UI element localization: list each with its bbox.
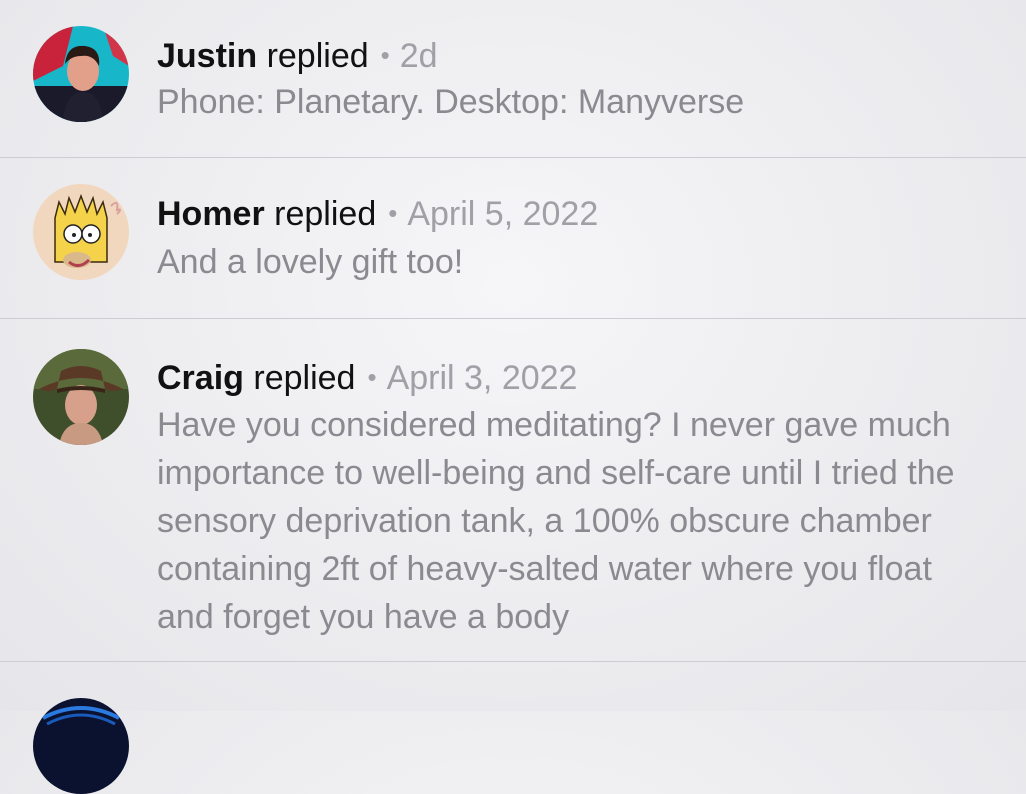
reply-text: Have you considered meditating? I never … [157,406,955,636]
timestamp: 2d [399,37,438,75]
author-name[interactable]: Justin [157,37,257,75]
avatar-partial[interactable] [33,698,129,794]
separator-dot: • [380,40,390,70]
avatar-craig[interactable] [33,349,129,445]
reply-header: Justin replied • 2d [157,36,438,78]
reply-text: And a lovely gift too! [157,243,464,281]
author-name[interactable]: Homer [157,195,265,233]
reply-verb: replied [253,359,356,397]
author-name[interactable]: Craig [157,359,244,397]
reply-header: Craig replied • April 3, 2022 [157,358,577,400]
separator-dot: • [388,198,398,228]
avatar-justin[interactable] [33,26,129,122]
reply-item-craig[interactable]: Craig replied • April 3, 2022 Have you con… [0,319,1026,661]
timestamp: April 3, 2022 [386,359,578,397]
timestamp: April 5, 2022 [407,195,599,233]
reply-header: Homer replied • April 5, 2022 [157,194,598,236]
reply-verb: replied [266,37,369,75]
avatar-homer[interactable] [33,184,129,280]
replies-list: Justin replied • 2d Phone: Planetary. Desk… [0,0,1026,794]
reply-item-homer[interactable]: Homer replied • April 5, 2022 And a lovely… [0,158,1026,318]
reply-item-justin[interactable]: Justin replied • 2d Phone: Planetary. Desk… [0,0,1026,157]
separator-dot: • [367,362,377,392]
reply-text: Phone: Planetary. Desktop: Manyverse [157,83,745,121]
reply-verb: replied [274,195,377,233]
reply-item-partial[interactable] [0,662,1026,794]
